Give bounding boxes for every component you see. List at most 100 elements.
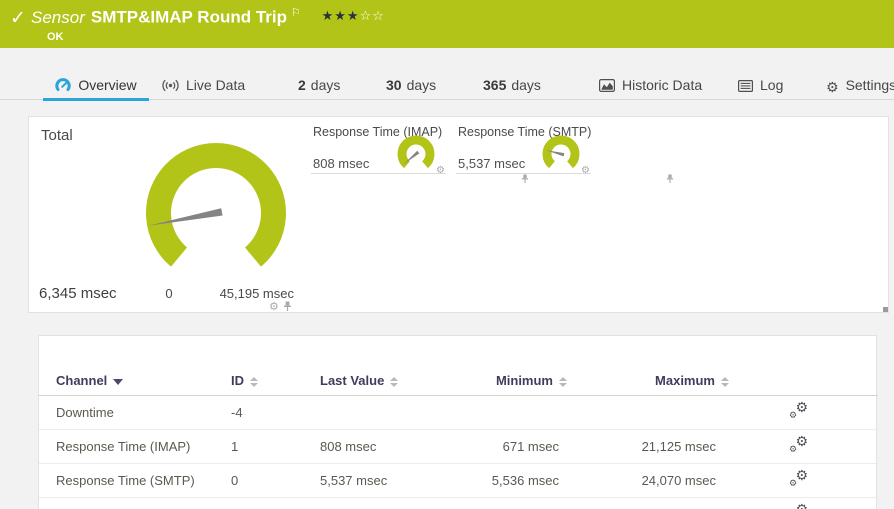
cell-channel: Response Time (SMTP) [39,463,214,498]
tab-bar: Overview Live Data 2 days 30 days 365 days … [0,70,894,102]
tab-30-days[interactable]: 30 days [386,70,436,100]
cell-last-value: 6,345 msec [303,497,387,509]
channel-settings-gears-icon[interactable]: ⚙⚙ [789,467,808,488]
smtp-gauge-actions: ⚙ [581,165,674,183]
channel-settings-gears-icon[interactable]: ⚙⚙ [789,399,808,420]
tab-log[interactable]: Log [738,70,783,100]
tab-settings[interactable]: ⚙ Settings [826,70,894,100]
column-header-label: Minimum [495,373,553,388]
priority-stars[interactable]: ★★★☆☆ [322,8,385,23]
tab-label: days [406,77,437,93]
status-badge: OK [47,31,64,43]
cell-minimum: 5,536 msec [377,463,567,498]
log-list-icon [738,72,754,102]
column-header-minimum[interactable]: Minimum [377,369,567,396]
pin-icon[interactable] [283,301,292,312]
gear-icon: ⚙ [826,79,839,95]
column-header-channel[interactable]: Channel [39,369,214,396]
cell-channel: Response Time (IMAP) [39,429,214,464]
smtp-gauge-value: 5,537 msec [458,156,526,171]
cell-channel: Total [39,497,214,509]
cell-id: 0 [214,463,303,498]
cell-last-value: 808 msec [303,429,377,464]
total-gauge-value: 6,345 msec [39,285,117,302]
cell-last-value [303,395,377,430]
large-gear-icon: ⚙ [795,399,808,415]
large-gear-icon: ⚙ [795,433,808,449]
smtp-gauge [542,135,580,169]
table-row-response-time-imap: Response Time (IMAP) 1 808 msec 671 msec… [39,429,878,464]
cell-minimum [377,395,567,430]
tab-label: Live Data [186,77,246,93]
column-header-last-value[interactable]: Last Value [303,369,399,396]
sensor-status-banner: ✓ Sensor SMTP&IMAP Round Trip ⚐ ★★★☆☆ OK [0,0,894,48]
tab-live-data[interactable]: Live Data [162,70,245,100]
total-gauge-scale-max: 45,195 msec [219,286,294,301]
cell-last-value: 5,537 msec [303,463,387,498]
broadcast-icon [162,72,179,102]
flag-icon[interactable]: ⚐ [291,7,301,19]
sort-both-icon [721,376,729,387]
column-header-id[interactable]: ID [214,369,303,396]
area-chart-icon [599,72,616,102]
tab-label: Settings [845,77,894,93]
column-header-label: ID [231,373,244,388]
sensor-title-line: Sensor SMTP&IMAP Round Trip ⚐ ★★★☆☆ [31,6,385,28]
tab-overview[interactable]: Overview [43,70,149,102]
tab-label: Historic Data [622,77,703,93]
overview-gauges-panel: Total 0 45,195 msec 6,345 msec ⚙ Respons… [28,116,889,313]
object-kind-label: Sensor [31,7,85,27]
cell-minimum: 671 msec [377,497,567,509]
tab-label: days [511,77,541,93]
table-row-total: Total -1 6,345 msec 671 msec 45,195 msec… [39,497,878,509]
cell-maximum: 45,195 msec [567,497,729,509]
column-header-maximum[interactable]: Maximum [567,369,729,396]
panel-resize-grip[interactable] [883,307,888,312]
gauge-settings-gear-icon[interactable]: ⚙ [436,165,445,176]
column-header-actions [729,369,878,396]
imap-gauge-value: 808 msec [313,156,370,171]
tab-number: 365 [483,77,507,93]
cell-id: -1 [214,497,303,509]
column-header-label: Channel [56,373,108,388]
imap-gauge-actions: ⚙ [436,165,529,183]
imap-gauge [397,135,435,169]
cell-maximum: 21,125 msec [567,429,729,464]
page-title: SMTP&IMAP Round Trip [90,7,287,27]
pin-icon[interactable] [666,174,674,184]
total-gauge-scale-min: 0 [165,286,173,301]
star-filled-icons[interactable]: ★★★ [322,8,360,23]
tab-2-days[interactable]: 2 days [298,70,340,100]
table-row-response-time-smtp: Response Time (SMTP) 0 5,537 msec 5,536 … [39,463,878,498]
cell-maximum [567,395,729,430]
gauge-icon [55,72,71,102]
large-gear-icon: ⚙ [795,501,808,509]
channel-settings-gears-icon[interactable]: ⚙⚙ [789,433,808,454]
gauge-settings-gear-icon[interactable]: ⚙ [581,165,590,176]
channel-settings-gears-icon[interactable]: ⚙⚙ [789,501,808,509]
status-ok-check-icon: ✓ [10,8,26,29]
tab-365-days[interactable]: 365 days [483,70,541,100]
sort-desc-icon [113,378,124,385]
cell-maximum: 24,070 msec [567,463,729,498]
gauge-settings-gear-icon[interactable]: ⚙ [269,300,279,313]
sort-both-icon [559,376,567,387]
channels-table-panel: Channel ID Last Value Minimum Maximum Do… [38,335,878,509]
tab-number: 2 [298,77,306,93]
cell-id: 1 [214,429,303,464]
tab-label: Log [760,77,784,93]
tab-number: 30 [386,77,402,93]
sort-both-icon [390,376,399,387]
tab-label: days [310,77,341,93]
cell-channel: Downtime [39,395,214,430]
table-header-row: Channel ID Last Value Minimum Maximum [39,369,878,396]
cell-minimum: 671 msec [377,429,567,464]
sort-both-icon [250,376,258,387]
pin-icon[interactable] [521,174,529,184]
tab-label: Overview [78,77,137,93]
large-gear-icon: ⚙ [795,467,808,483]
total-gauge [146,143,286,267]
total-gauge-actions: ⚙ [269,300,292,313]
star-empty-icons[interactable]: ☆☆ [360,8,385,23]
tab-historic-data[interactable]: Historic Data [599,70,702,100]
